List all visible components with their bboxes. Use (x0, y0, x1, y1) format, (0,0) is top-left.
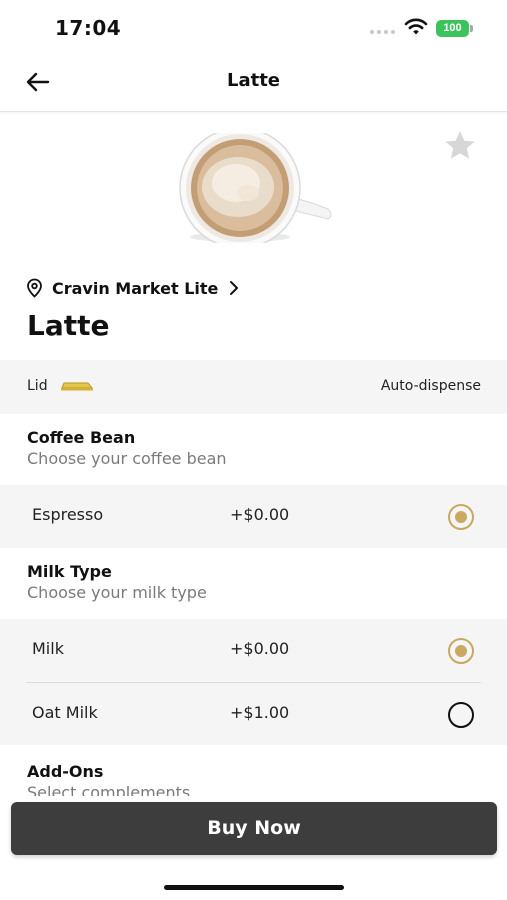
section-subtitle: Choose your milk type (27, 583, 207, 602)
coffee-bean-header: Coffee Bean Choose your coffee bean (27, 428, 227, 468)
milk-type-options: Milk +$0.00 Oat Milk +$1.00 (0, 619, 507, 745)
option-espresso[interactable]: Espresso +$0.00 (0, 485, 507, 548)
store-name: Cravin Market Lite (52, 278, 219, 298)
milk-type-header: Milk Type Choose your milk type (27, 562, 207, 602)
star-icon[interactable] (442, 128, 478, 164)
radio-selected[interactable] (448, 504, 474, 530)
option-name: Milk (32, 639, 64, 658)
section-title: Coffee Bean (27, 428, 136, 447)
battery-icon: 100 (436, 20, 474, 37)
battery-level: 100 (436, 20, 469, 37)
store-selector[interactable]: Cravin Market Lite (26, 276, 240, 300)
coffee-bean-options: Espresso +$0.00 (0, 485, 507, 548)
chevron-right-icon (230, 281, 239, 295)
radio-selected[interactable] (448, 638, 474, 664)
lid-value: Auto-dispense (380, 378, 481, 394)
section-title: Milk Type (27, 562, 112, 581)
addons-header: Add-Ons Select complements (27, 762, 190, 796)
wifi-icon (404, 18, 428, 35)
section-subtitle: Select complements (27, 783, 191, 796)
top-nav: Latte (0, 56, 507, 112)
option-name: Espresso (32, 505, 104, 524)
status-time: 17:04 (55, 16, 122, 40)
option-milk[interactable]: Milk +$0.00 (0, 619, 507, 682)
product-title: Latte (27, 309, 110, 342)
option-price: +$0.00 (230, 505, 290, 524)
status-bar: 17:04 100 (0, 0, 507, 56)
nav-title: Latte (226, 70, 281, 91)
option-price: +$1.00 (230, 703, 290, 722)
latte-cup-image (179, 133, 332, 243)
buy-now-button[interactable]: Buy Now (11, 802, 497, 855)
section-title: Add-Ons (27, 762, 104, 781)
radio-unselected[interactable] (448, 702, 474, 728)
lid-label: Lid (27, 378, 48, 394)
option-oat-milk[interactable]: Oat Milk +$1.00 (26, 682, 481, 745)
location-pin-icon (27, 278, 42, 298)
cellular-signal-icon (370, 30, 398, 36)
home-indicator (164, 885, 344, 890)
option-price: +$0.00 (230, 639, 290, 658)
lid-icon (61, 382, 94, 391)
section-subtitle: Choose your coffee bean (27, 449, 227, 468)
option-name: Oat Milk (32, 703, 98, 722)
lid-row: Lid Auto-dispense (0, 360, 507, 414)
